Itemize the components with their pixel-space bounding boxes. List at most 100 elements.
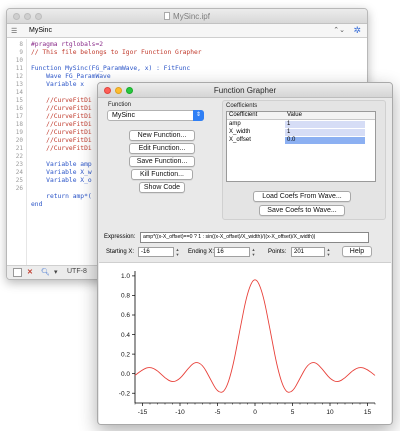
coefficient-name: X_offset <box>229 137 251 143</box>
code-line: Variable X_w <box>31 169 92 176</box>
code-line: //CurveFitDi <box>31 145 92 152</box>
line-number: 15 <box>15 97 23 104</box>
kill-function-button[interactable]: Kill Function... <box>131 169 193 180</box>
grapher-title: Function Grapher <box>213 86 277 95</box>
code-line: Variable x <box>31 81 85 88</box>
procedure-selector[interactable]: MySinc <box>29 27 52 34</box>
column-header-coefficient: Coefficient <box>229 112 258 118</box>
show-code-button[interactable]: Show Code <box>139 182 185 193</box>
code-line: Function MySinc(FG_ParamWave, x) : FitFu… <box>31 65 191 72</box>
code-line: Wave FG_ParamWave <box>31 73 111 80</box>
encoding-label[interactable]: UTF-8 <box>67 268 87 275</box>
expression-row: Expression: amp*((x-X_offset)==0 ? 1 : s… <box>104 232 388 244</box>
coefficients-table[interactable]: Coefficient Value amp 1 X_width 1 X_offs… <box>226 111 376 182</box>
line-number: 21 <box>15 145 23 152</box>
new-function-button[interactable]: New Function... <box>129 130 195 141</box>
line-number: 14 <box>15 89 23 96</box>
line-number: 19 <box>15 129 23 136</box>
list-icon[interactable]: ☰ <box>11 27 17 35</box>
y-tick-label: 0.2 <box>121 351 130 358</box>
ending-x-stepper-icon[interactable]: ▲ ▼ <box>251 247 256 257</box>
line-number: 17 <box>15 113 23 120</box>
code-line: //CurveFitDi <box>31 137 92 144</box>
ending-x-label: Ending X: <box>188 249 215 255</box>
range-row: Starting X: -16 ▲ ▼ Ending X: 16 ▲ ▼ Point… <box>104 246 388 259</box>
document-icon <box>164 12 171 20</box>
coefficient-value[interactable]: 1 <box>285 129 365 136</box>
code-line: return amp*( <box>31 193 92 200</box>
coefficient-name: X_width <box>229 129 251 135</box>
coefficient-name: amp <box>229 121 241 127</box>
procedure-stepper-icon[interactable]: ⌃⌄ <box>333 26 345 34</box>
graph-area: -15 -10 -5 0 5 10 15 -0.2 0.0 0.2 0.4 0.6 0.8 1.0 <box>99 262 391 424</box>
line-number: 24 <box>15 169 23 176</box>
coefficients-group: Coefficients Coefficient Value amp 1 X_w… <box>222 100 386 220</box>
code-line: Variable X_o <box>31 177 92 184</box>
coefficient-value[interactable]: 0.0 <box>285 137 365 144</box>
line-number: 18 <box>15 121 23 128</box>
function-group: Function MySinc ⇕ New Function... Edit F… <box>107 100 220 195</box>
line-number: 13 <box>15 81 23 88</box>
edit-function-button[interactable]: Edit Function... <box>129 143 195 154</box>
line-number: 26 <box>15 185 23 192</box>
y-tick-label: 0.6 <box>121 312 130 319</box>
chevron-updown-icon[interactable]: ⇕ <box>193 110 204 121</box>
x-tick-label: 15 <box>364 409 372 416</box>
save-coefs-button[interactable]: Save Coefs to Wave... <box>259 205 345 216</box>
code-line: //CurveFitDi <box>31 121 92 128</box>
page-icon[interactable] <box>13 268 22 277</box>
load-coefs-button[interactable]: Load Coefs From Wave... <box>253 191 351 202</box>
line-number: 12 <box>15 73 23 80</box>
line-number: 11 <box>15 65 23 72</box>
starting-x-stepper-icon[interactable]: ▲ ▼ <box>175 247 180 257</box>
expression-field[interactable]: amp*((x-X_offset)==0 ? 1 : sin((x-X_offs… <box>140 232 369 243</box>
points-field[interactable]: 201 <box>291 247 325 257</box>
y-tick-label: -0.2 <box>119 390 131 397</box>
code-line: // This file belongs to Igor Function Gr… <box>31 49 202 56</box>
line-number: 25 <box>15 177 23 184</box>
search-icon[interactable]: 🔍︎ <box>41 268 50 276</box>
function-group-label: Function <box>108 102 132 108</box>
save-function-button[interactable]: Save Function... <box>129 156 195 167</box>
ending-x-field[interactable]: 16 <box>214 247 250 257</box>
x-tick-label: -15 <box>138 409 148 416</box>
editor-titlebar[interactable]: MySinc.ipf <box>7 9 367 24</box>
code-line: //CurveFitDi <box>31 129 92 136</box>
line-number: 8 <box>19 41 23 48</box>
x-tick-label: 0 <box>253 409 257 416</box>
table-row[interactable]: X_width 1 <box>227 129 375 136</box>
starting-x-field[interactable]: -16 <box>138 247 174 257</box>
code-line: end <box>31 201 43 208</box>
coefficient-value[interactable]: 1 <box>285 121 365 128</box>
expression-label: Expression: <box>104 234 136 240</box>
y-tick-label: 0.8 <box>121 293 130 300</box>
coefficients-group-label: Coefficients <box>226 103 258 109</box>
code-line: Variable amp <box>31 161 92 168</box>
table-row[interactable]: amp 1 <box>227 121 375 128</box>
chevron-down-icon[interactable]: ▾ <box>54 268 58 276</box>
line-number: 20 <box>15 137 23 144</box>
line-number: 22 <box>15 153 23 160</box>
line-number: 9 <box>19 49 23 56</box>
table-row[interactable]: X_offset 0.0 <box>227 137 375 144</box>
table-header: Coefficient Value <box>227 112 375 120</box>
points-stepper-icon[interactable]: ▲ ▼ <box>326 247 331 257</box>
column-header-value: Value <box>287 112 302 118</box>
procedure-bar: ☰ MySinc ⌃⌄ ✲ <box>7 24 367 38</box>
compile-error-icon[interactable]: ✕ <box>27 268 33 276</box>
code-line: //CurveFitDi <box>31 105 92 112</box>
code-line: #pragma rtglobals=2 <box>31 41 104 48</box>
grapher-titlebar[interactable]: Function Grapher <box>98 83 392 98</box>
x-tick-label: -5 <box>215 409 221 416</box>
x-tick-label: 5 <box>291 409 295 416</box>
help-button[interactable]: Help <box>342 246 372 257</box>
sinc-chart: -15 -10 -5 0 5 10 15 -0.2 0.0 0.2 0.4 0.6 0.8 1.0 <box>119 271 376 416</box>
line-number: 16 <box>15 105 23 112</box>
function-select-value: MySinc <box>112 112 135 119</box>
gear-icon[interactable]: ✲ <box>353 25 361 36</box>
y-tick-label: 0.4 <box>121 332 130 339</box>
code-line: //CurveFitDi <box>31 97 92 104</box>
editor-title: MySinc.ipf <box>7 12 367 21</box>
function-select[interactable]: MySinc ⇕ <box>107 110 204 121</box>
x-tick-label: -10 <box>175 409 185 416</box>
